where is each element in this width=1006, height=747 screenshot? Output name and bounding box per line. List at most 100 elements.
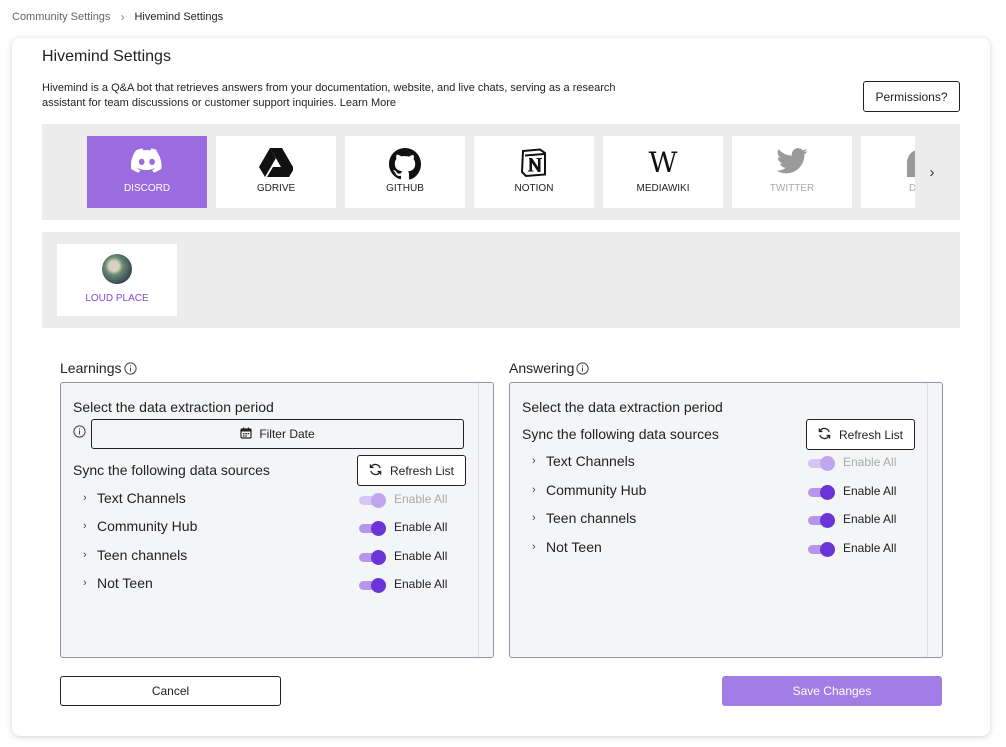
- enable-all-label: Enable All: [843, 541, 897, 555]
- source-name[interactable]: Text Channels: [546, 453, 635, 469]
- enable-all-toggle[interactable]: [808, 456, 835, 471]
- platform-label-twitter: TWITTER: [769, 183, 815, 194]
- platform-tile-notion[interactable]: NOTION: [474, 136, 594, 208]
- page-description: Hivemind is a Q&A bot that retrieves ans…: [42, 81, 632, 111]
- chevron-right-icon[interactable]: ›: [83, 549, 87, 561]
- enable-all-toggle[interactable]: [359, 493, 386, 508]
- github-icon: [345, 148, 465, 180]
- scrollbar[interactable]: [927, 383, 942, 657]
- learnings-period-label: Select the data extraction period: [73, 399, 274, 415]
- guild-tile-loud-place[interactable]: LOUD PLACE: [57, 244, 177, 316]
- enable-all-label: Enable All: [394, 549, 448, 563]
- enable-all-label: Enable All: [394, 492, 448, 506]
- info-icon[interactable]: [123, 361, 137, 375]
- answering-heading: Answering: [509, 360, 589, 376]
- avatar: [102, 254, 132, 284]
- refresh-list-button[interactable]: Refresh List: [357, 455, 466, 486]
- chevron-right-icon[interactable]: ›: [83, 520, 87, 532]
- platform-label-notion: NOTION: [514, 183, 554, 194]
- settings-card: Hivemind Settings Hivemind is a Q&A bot …: [12, 38, 990, 736]
- description-text: Hivemind is a Q&A bot that retrieves ans…: [42, 82, 616, 109]
- breadcrumb-separator: ›: [120, 10, 125, 24]
- answering-panel: Select the data extraction period Sync t…: [509, 382, 943, 658]
- chevron-right-icon[interactable]: ›: [532, 541, 536, 553]
- answering-period-label: Select the data extraction period: [522, 399, 723, 415]
- mediawiki-icon: W: [603, 148, 723, 176]
- chevron-right-icon[interactable]: ›: [83, 492, 87, 504]
- source-row-text-channels: › Text Channels Enable All: [61, 490, 481, 512]
- discord-icon: [87, 148, 207, 174]
- learn-more-link[interactable]: Learn More: [340, 97, 396, 109]
- guild-label: LOUD PLACE: [85, 293, 149, 304]
- info-icon[interactable]: [73, 425, 86, 443]
- info-icon[interactable]: [576, 361, 589, 375]
- chevron-right-icon[interactable]: ›: [922, 160, 942, 184]
- enable-all-toggle[interactable]: [359, 578, 386, 593]
- learnings-panel: Select the data extraction period Filter…: [60, 382, 494, 658]
- learnings-title: Learnings: [60, 360, 122, 376]
- permissions-button[interactable]: Permissions?: [863, 81, 960, 112]
- filter-row: Filter Date: [73, 419, 464, 449]
- enable-all-label: Enable All: [394, 520, 448, 534]
- guild-selector: LOUD PLACE: [42, 232, 960, 328]
- learnings-heading: Learnings: [60, 360, 137, 376]
- platform-label-mediawiki: MEDIAWIKI: [636, 183, 690, 194]
- enable-all-toggle[interactable]: [359, 521, 386, 536]
- platform-label-discord: DISCORD: [123, 183, 171, 194]
- enable-all-label: Enable All: [843, 512, 897, 526]
- breadcrumb-community-settings[interactable]: Community Settings: [12, 11, 110, 23]
- platform-tile-mediawiki[interactable]: W MEDIAWIKI: [603, 136, 723, 208]
- calendar-icon: [240, 427, 252, 442]
- chevron-right-icon[interactable]: ›: [532, 512, 536, 524]
- chevron-right-icon[interactable]: ›: [83, 577, 87, 589]
- answering-title: Answering: [509, 360, 575, 376]
- source-name[interactable]: Not Teen: [97, 575, 153, 591]
- refresh-list-label: Refresh List: [389, 463, 455, 478]
- svg-text:W: W: [649, 148, 678, 176]
- source-row-teen-channels: › Teen channels Enable All: [61, 547, 481, 569]
- refresh-icon: [369, 463, 382, 479]
- source-row-community-hub: › Community Hub Enable All: [61, 518, 481, 540]
- platform-label-github: GITHUB: [386, 183, 424, 194]
- scrollbar[interactable]: [478, 383, 493, 657]
- enable-all-label: Enable All: [394, 577, 448, 591]
- filter-date-button[interactable]: Filter Date: [91, 419, 464, 449]
- source-name[interactable]: Teen channels: [97, 547, 187, 563]
- platform-tile-github[interactable]: GITHUB: [345, 136, 465, 208]
- chevron-right-icon[interactable]: ›: [532, 484, 536, 496]
- breadcrumb: Community Settings › Hivemind Settings: [12, 10, 223, 24]
- chevron-right-icon[interactable]: ›: [532, 455, 536, 467]
- source-name[interactable]: Text Channels: [97, 490, 186, 506]
- answering-sync-label: Sync the following data sources: [522, 426, 719, 442]
- platform-label-gdrive: GDRIVE: [256, 183, 296, 194]
- learnings-sync-label: Sync the following data sources: [73, 462, 270, 478]
- source-row-text-channels: › Text Channels Enable All: [510, 453, 930, 475]
- source-name[interactable]: Community Hub: [97, 518, 197, 534]
- platform-tile-twitter[interactable]: TWITTER: [732, 136, 852, 208]
- refresh-icon: [818, 427, 831, 443]
- source-row-community-hub: › Community Hub Enable All: [510, 482, 930, 504]
- source-name[interactable]: Teen channels: [546, 510, 636, 526]
- enable-all-toggle[interactable]: [808, 542, 835, 557]
- source-name[interactable]: Community Hub: [546, 482, 646, 498]
- notion-icon: [474, 148, 594, 178]
- cancel-button[interactable]: Cancel: [60, 676, 281, 706]
- page-title: Hivemind Settings: [42, 48, 171, 65]
- platform-tile-gdrive[interactable]: GDRIVE: [216, 136, 336, 208]
- refresh-list-label: Refresh List: [838, 427, 904, 442]
- filter-date-label: Filter Date: [259, 427, 315, 441]
- source-row-not-teen: › Not Teen Enable All: [510, 539, 930, 561]
- source-row-teen-channels: › Teen channels Enable All: [510, 510, 930, 532]
- save-changes-button[interactable]: Save Changes: [722, 676, 942, 706]
- platform-tile-discord[interactable]: DISCORD: [87, 136, 207, 208]
- breadcrumb-current: Hivemind Settings: [134, 11, 224, 23]
- enable-all-label: Enable All: [843, 455, 897, 469]
- enable-all-toggle[interactable]: [808, 485, 835, 500]
- enable-all-toggle[interactable]: [359, 550, 386, 565]
- source-name[interactable]: Not Teen: [546, 539, 602, 555]
- gdrive-icon: [216, 148, 336, 178]
- refresh-list-button[interactable]: Refresh List: [806, 419, 915, 450]
- enable-all-toggle[interactable]: [808, 513, 835, 528]
- platform-selector: DISCORD GDRIVE GITHUB NOTION W MEDIAWIKI: [42, 124, 960, 220]
- source-row-not-teen: › Not Teen Enable All: [61, 575, 481, 597]
